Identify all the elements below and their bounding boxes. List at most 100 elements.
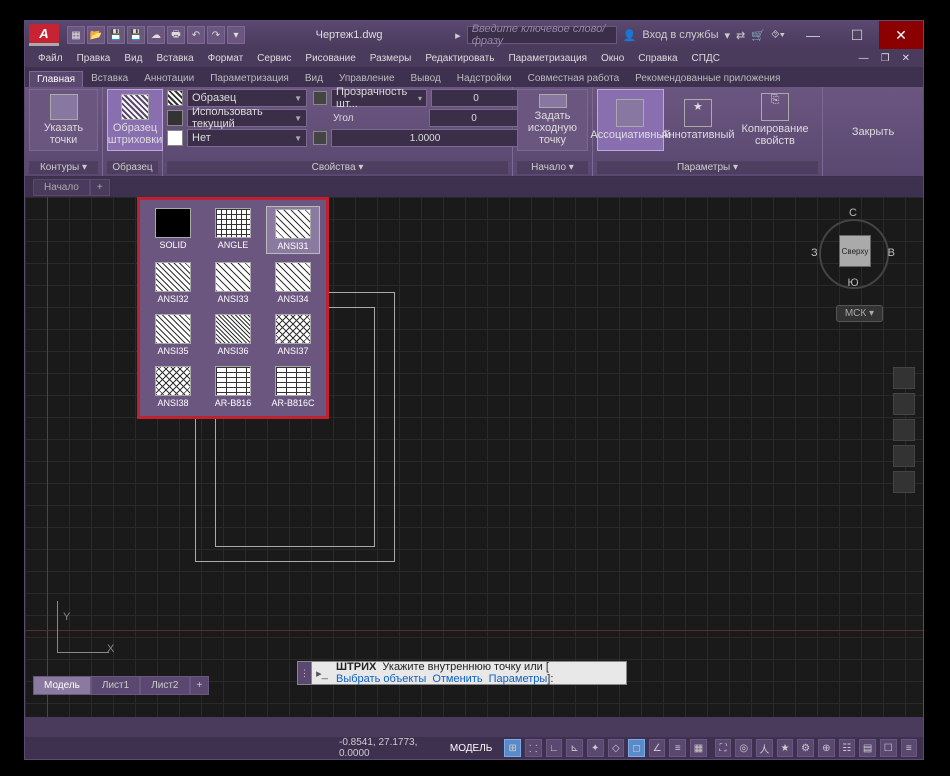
status-transp-icon[interactable]: ▦ [690,739,707,757]
tab-annotate[interactable]: Аннотации [136,70,202,87]
pattern-ansi36[interactable]: ANSI36 [206,312,260,358]
qat-new-icon[interactable]: ▦ [67,26,85,44]
angle-input[interactable]: 0 [429,109,519,127]
app-menu-button[interactable]: A [29,24,59,46]
annotative-button[interactable]: ★ Аннотативный [668,89,728,151]
panel-properties-title[interactable]: Свойства ▾ [167,161,508,174]
pattern-ansi38[interactable]: ANSI38 [146,364,200,410]
menu-edit[interactable]: Правка [72,53,116,64]
status-units-icon[interactable]: ☷ [839,739,856,757]
doc-tab-start[interactable]: Начало [33,179,90,196]
menu-insert[interactable]: Вставка [151,53,198,64]
layout-tab-add[interactable]: + [190,676,210,695]
hatch-bg-dropdown[interactable]: Нет▼ [187,129,307,147]
signin-dropdown-icon[interactable]: ▾ [724,29,730,42]
menu-dimension[interactable]: Размеры [365,53,417,64]
tab-parametric[interactable]: Параметризация [202,70,297,87]
doc-close-icon[interactable]: ✕ [897,53,915,64]
menu-draw[interactable]: Рисование [300,53,360,64]
transparency-input[interactable]: 0 [431,89,521,107]
help-dropdown-icon[interactable]: ⯑▾ [771,29,785,42]
status-monitor-icon[interactable]: ⊕ [818,739,835,757]
exchange-icon[interactable]: ⇄ [736,29,745,42]
cmd-text[interactable]: ШТРИХ Укажите внутреннюю точку или [ Выб… [332,661,626,685]
qat-save-icon[interactable]: 💾 [107,26,125,44]
pattern-angle[interactable]: ANGLE [206,206,260,254]
layout-tab-sheet2[interactable]: Лист2 [140,676,189,695]
status-otrack-icon[interactable]: ∠ [649,739,666,757]
status-ortho-icon[interactable]: ⊾ [566,739,583,757]
status-osnap-icon[interactable]: ◻ [628,739,645,757]
tab-home[interactable]: Главная [29,71,83,87]
minimize-button[interactable]: — [791,21,835,49]
menu-file[interactable]: Файл [33,53,68,64]
scale-input[interactable]: 1.0000 [331,129,519,147]
cmd-handle-icon[interactable]: ⋮ [298,662,312,684]
tab-output[interactable]: Вывод [403,70,449,87]
doc-tab-add[interactable]: + [90,179,110,196]
qat-redo-icon[interactable]: ↷ [207,26,225,44]
qat-plot-icon[interactable]: ☁ [147,26,165,44]
pattern-ansi33[interactable]: ANSI33 [206,260,260,306]
doc-restore-icon[interactable]: ❐ [876,53,895,64]
menu-format[interactable]: Формат [203,53,249,64]
maximize-button[interactable]: ☐ [835,21,879,49]
menu-spds[interactable]: СПДС [687,53,725,64]
tab-addins[interactable]: Надстройки [449,70,520,87]
drawing-canvas[interactable]: SOLID ANGLE ANSI31 ANSI32 ANSI33 ANSI34 … [25,197,923,717]
panel-boundaries-title[interactable]: Контуры ▾ [29,161,98,174]
set-origin-button[interactable]: Задать исходную точку [517,89,588,151]
qat-print-icon[interactable]: 🖶 [167,26,185,44]
status-customize-icon[interactable]: ≡ [901,739,918,757]
nav-wheel-icon[interactable] [893,367,915,389]
search-input[interactable]: Введите ключевое слово/фразу [467,26,617,44]
match-props-button[interactable]: ⎘ Копирование свойств [732,89,818,151]
menu-view[interactable]: Вид [119,53,147,64]
hatch-pattern-button[interactable]: Образец штриховки [107,89,163,151]
status-sc-icon[interactable]: ⛶ [715,739,732,757]
search-chevron-icon[interactable]: ▸ [455,29,461,42]
tab-manage[interactable]: Управление [331,70,403,87]
signin-icon[interactable]: 👤 [623,29,637,42]
associative-button[interactable]: Ассоциативный [597,89,664,151]
status-snap-icon[interactable]: ⸬ [525,739,542,757]
tab-insert[interactable]: Вставка [83,70,136,87]
pattern-arb816[interactable]: AR-B816 [206,364,260,410]
viewcube-west[interactable]: З [811,247,818,259]
status-grid-icon[interactable]: ⊞ [504,739,521,757]
pattern-ansi37[interactable]: ANSI37 [266,312,320,358]
wcs-dropdown[interactable]: МСК ▾ [836,305,883,322]
status-iso-icon[interactable]: ◇ [608,739,625,757]
status-model-button[interactable]: МОДЕЛЬ [442,743,500,754]
status-lwt-icon[interactable]: ≡ [669,739,686,757]
layout-tab-model[interactable]: Модель [33,676,91,695]
viewcube-east[interactable]: В [888,247,895,259]
status-cycle-icon[interactable]: ◎ [735,739,752,757]
hatch-type-dropdown[interactable]: Образец▼ [187,89,307,107]
transparency-dropdown[interactable]: Прозрачность шт...▾ [331,89,427,107]
close-button[interactable]: ✕ [879,21,923,49]
viewcube[interactable]: С Ю З В Сверху [813,207,893,297]
status-qprops-icon[interactable]: ▤ [859,739,876,757]
menu-window[interactable]: Окно [596,53,629,64]
pattern-ansi34[interactable]: ANSI34 [266,260,320,306]
status-annoscale-icon[interactable]: 人 [756,739,773,757]
pick-points-button[interactable]: Указать точки [29,89,98,151]
qat-undo-icon[interactable]: ↶ [187,26,205,44]
pan-icon[interactable] [893,393,915,415]
tab-featured[interactable]: Рекомендованные приложения [627,70,788,87]
close-hatch-button[interactable]: Закрыть [852,126,894,138]
status-infer-icon[interactable]: ∟ [546,739,563,757]
tab-collaborate[interactable]: Совместная работа [520,70,628,87]
pattern-ansi32[interactable]: ANSI32 [146,260,200,306]
menu-help[interactable]: Справка [633,53,682,64]
qat-more-icon[interactable]: ▾ [227,26,245,44]
menu-modify[interactable]: Редактировать [420,53,499,64]
doc-minimize-icon[interactable]: — [854,53,874,64]
layout-tab-sheet1[interactable]: Лист1 [91,676,140,695]
viewcube-north[interactable]: С [813,207,893,219]
status-polar-icon[interactable]: ✦ [587,739,604,757]
menu-parametric[interactable]: Параметризация [503,53,592,64]
transparency-toggle-icon[interactable] [313,91,327,105]
orbit-icon[interactable] [893,445,915,467]
